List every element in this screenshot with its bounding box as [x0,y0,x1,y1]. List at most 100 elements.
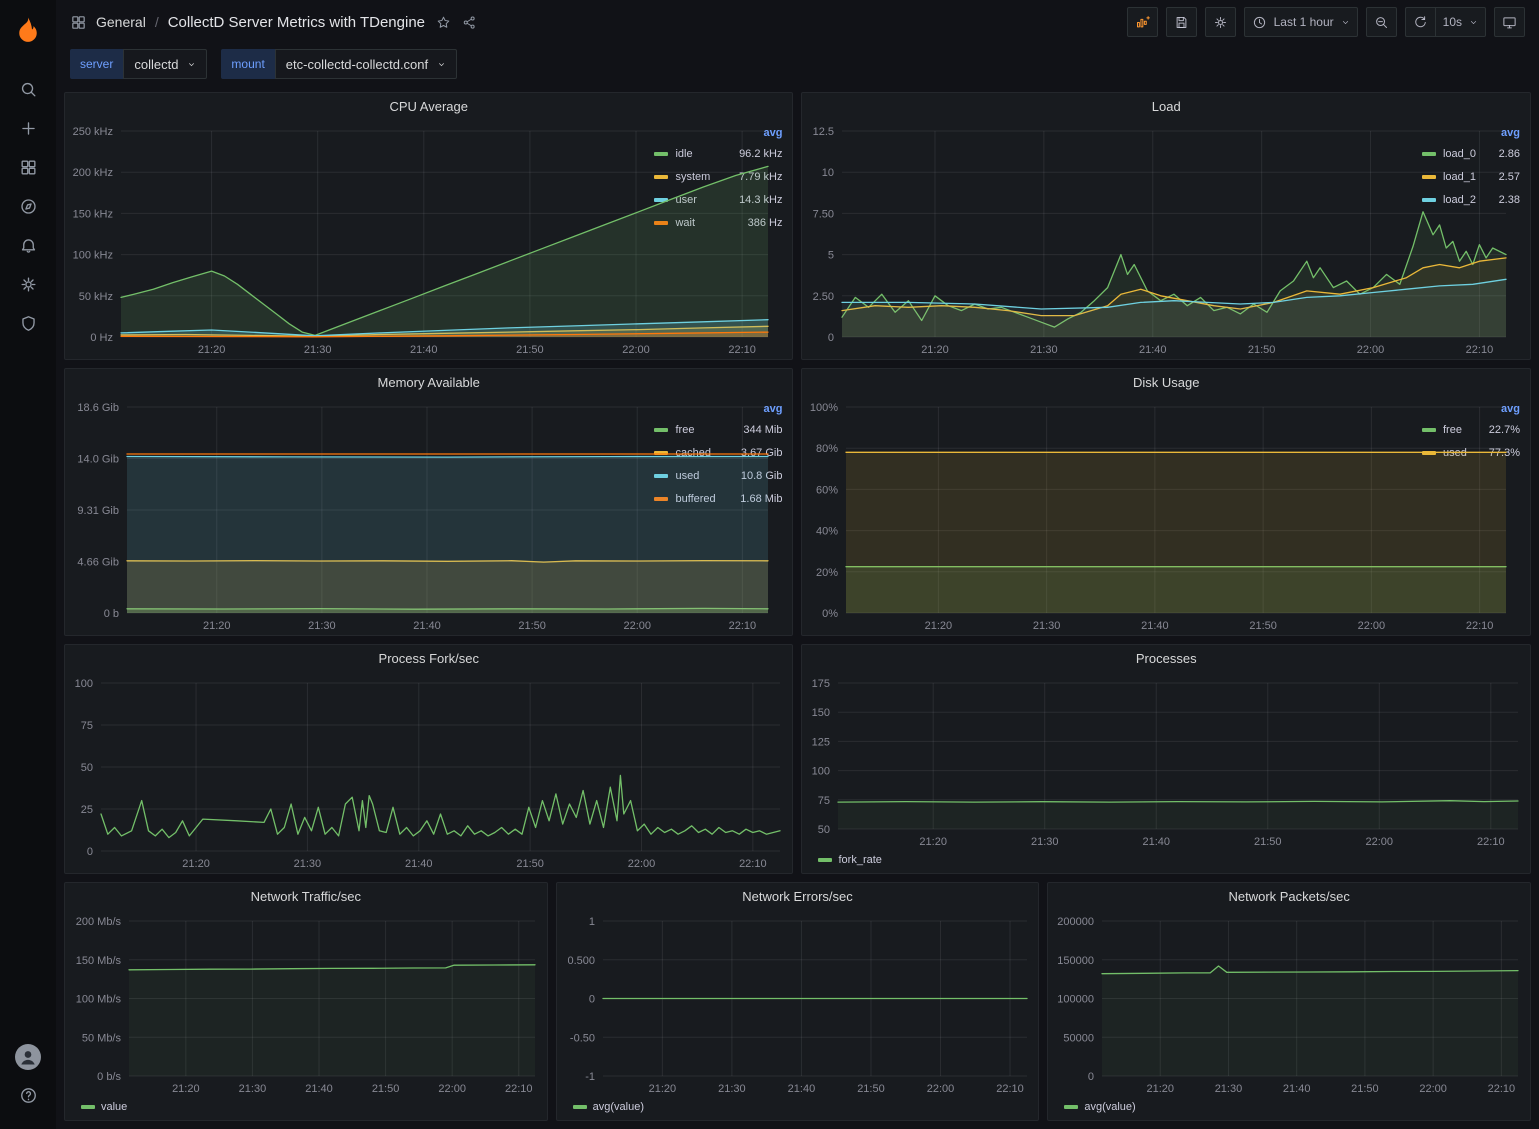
svg-text:22:00: 22:00 [622,344,650,356]
breadcrumb-folder[interactable]: General [96,14,146,30]
panel-title[interactable]: Network Traffic/sec [251,889,361,904]
save-dashboard-button[interactable] [1166,7,1197,37]
star-icon[interactable] [436,15,451,30]
refresh-interval-dropdown[interactable]: 10s [1435,7,1486,37]
dashboard-title[interactable]: CollectD Server Metrics with TDengine [168,14,425,31]
svg-text:22:10: 22:10 [728,344,756,356]
svg-text:22:10: 22:10 [1478,836,1506,848]
user-avatar[interactable] [15,1044,41,1070]
svg-text:21:40: 21:40 [405,858,433,870]
svg-text:10: 10 [822,167,834,179]
refresh-group: 10s [1405,7,1486,37]
legend-series-name[interactable]: fork_rate [838,854,881,866]
svg-text:21:20: 21:20 [203,620,231,632]
variable-mount-dropdown[interactable]: etc-collectd-collectd.conf [275,49,457,79]
legend-swatch [1064,1105,1078,1109]
panel-title[interactable]: Process Fork/sec [379,651,479,666]
variable-mount-value: etc-collectd-collectd.conf [286,57,428,72]
svg-text:150000: 150000 [1058,955,1095,967]
legend-series-name[interactable]: avg(value) [593,1101,644,1113]
svg-text:22:00: 22:00 [1366,836,1394,848]
explore-compass-icon[interactable] [6,187,50,226]
svg-text:22:10: 22:10 [729,620,757,632]
panel-title[interactable]: Processes [1136,651,1197,666]
configuration-gear-icon[interactable] [6,265,50,304]
panel-title[interactable]: Network Packets/sec [1228,889,1349,904]
processes-chart[interactable]: 21:2021:3021:4021:5022:0022:105075100125… [802,671,1530,851]
panel-title[interactable]: Network Errors/sec [742,889,853,904]
variables-bar: server collectd mount etc-collectd-colle… [56,44,1539,84]
network-packets-chart[interactable]: 21:2021:3021:4021:5022:0022:100500001000… [1048,909,1530,1098]
svg-text:100 kHz: 100 kHz [73,250,113,262]
legend-series-name[interactable]: avg(value) [1084,1101,1135,1113]
legend-item-value[interactable]: value [81,1101,127,1113]
svg-text:21:20: 21:20 [648,1083,676,1095]
cpu-average-chart[interactable]: 21:2021:3021:4021:5022:0022:100 Hz50 kHz… [65,119,652,359]
svg-text:21:30: 21:30 [239,1083,267,1095]
svg-text:21:50: 21:50 [1250,620,1278,632]
cycle-view-monitor-button[interactable] [1494,7,1525,37]
panel-processes: Processes 21:2021:3021:4021:5022:0022:10… [801,644,1531,874]
grafana-logo-icon[interactable] [6,8,50,52]
svg-text:21:50: 21:50 [372,1083,400,1095]
legend-item-avg(value)[interactable]: avg(value) [573,1101,644,1113]
svg-text:100: 100 [812,766,830,778]
panel-title[interactable]: Disk Usage [1133,375,1199,390]
legend-item-fork_rate[interactable]: fork_rate [818,854,881,866]
refresh-interval-label: 10s [1443,15,1462,29]
variable-server-label: server [70,49,123,79]
panel-process-fork: Process Fork/sec 21:2021:3021:4021:5022:… [64,644,793,874]
svg-text:100000: 100000 [1058,994,1095,1006]
svg-text:0 b: 0 b [104,608,119,620]
svg-text:21:50: 21:50 [518,620,546,632]
svg-text:21:50: 21:50 [857,1083,885,1095]
svg-text:50: 50 [818,824,830,836]
add-panel-button[interactable] [1127,7,1158,37]
variable-server: server collectd [70,49,207,79]
time-range-picker[interactable]: Last 1 hour [1244,7,1358,37]
app-root: General / CollectD Server Metrics with T… [0,0,1539,1129]
svg-text:21:20: 21:20 [172,1083,200,1095]
nav-actions: Last 1 hour 10s [1127,7,1525,37]
legend-series-name[interactable]: value [101,1101,127,1113]
server-admin-shield-icon[interactable] [6,304,50,343]
svg-text:1: 1 [589,916,595,928]
svg-text:22:00: 22:00 [438,1083,466,1095]
dashboards-icon[interactable] [6,148,50,187]
search-icon[interactable] [6,70,50,109]
refresh-button[interactable] [1405,7,1435,37]
svg-text:21:20: 21:20 [198,344,226,356]
dashboard-settings-button[interactable] [1205,7,1236,37]
svg-text:22:10: 22:10 [1466,344,1494,356]
panel-title[interactable]: Memory Available [378,375,480,390]
main-area: General / CollectD Server Metrics with T… [56,0,1539,1129]
disk-usage-chart[interactable]: 21:2021:3021:4021:5022:0022:100%20%40%60… [802,395,1420,635]
svg-text:21:30: 21:30 [1033,620,1061,632]
panel-title[interactable]: CPU Average [389,99,468,114]
process-fork-chart[interactable]: 21:2021:3021:4021:5022:0022:100255075100 [65,671,792,873]
panel-title[interactable]: Load [1152,99,1181,114]
zoom-out-button[interactable] [1366,7,1397,37]
network-errors-chart[interactable]: 21:2021:3021:4021:5022:0022:10-1-0.5000.… [557,909,1039,1098]
help-icon[interactable] [6,1076,50,1115]
variable-server-value: collectd [134,57,178,72]
panel-memory-available: Memory Available 21:2021:3021:4021:5022:… [64,368,793,636]
svg-text:21:50: 21:50 [1254,836,1282,848]
load-chart[interactable]: 21:2021:3021:4021:5022:0022:1002.5057.50… [802,119,1420,359]
svg-text:20%: 20% [816,567,838,579]
svg-text:75: 75 [81,720,93,732]
svg-text:21:40: 21:40 [1283,1083,1311,1095]
create-plus-icon[interactable] [6,109,50,148]
variable-server-dropdown[interactable]: collectd [123,49,207,79]
svg-text:22:10: 22:10 [1488,1083,1516,1095]
network-traffic-chart[interactable]: 21:2021:3021:4021:5022:0022:100 b/s50 Mb… [65,909,547,1098]
legend-item-avg(value)[interactable]: avg(value) [1064,1101,1135,1113]
alerting-bell-icon[interactable] [6,226,50,265]
memory-available-chart[interactable]: 21:2021:3021:4021:5022:0022:100 b4.66 Gi… [65,395,652,635]
network-packets-legend: avg(value) [1048,1098,1530,1120]
svg-text:22:00: 22:00 [926,1083,954,1095]
svg-text:0: 0 [1088,1071,1094,1083]
legend-swatch [81,1105,95,1109]
svg-text:21:50: 21:50 [516,858,544,870]
share-icon[interactable] [462,15,477,30]
